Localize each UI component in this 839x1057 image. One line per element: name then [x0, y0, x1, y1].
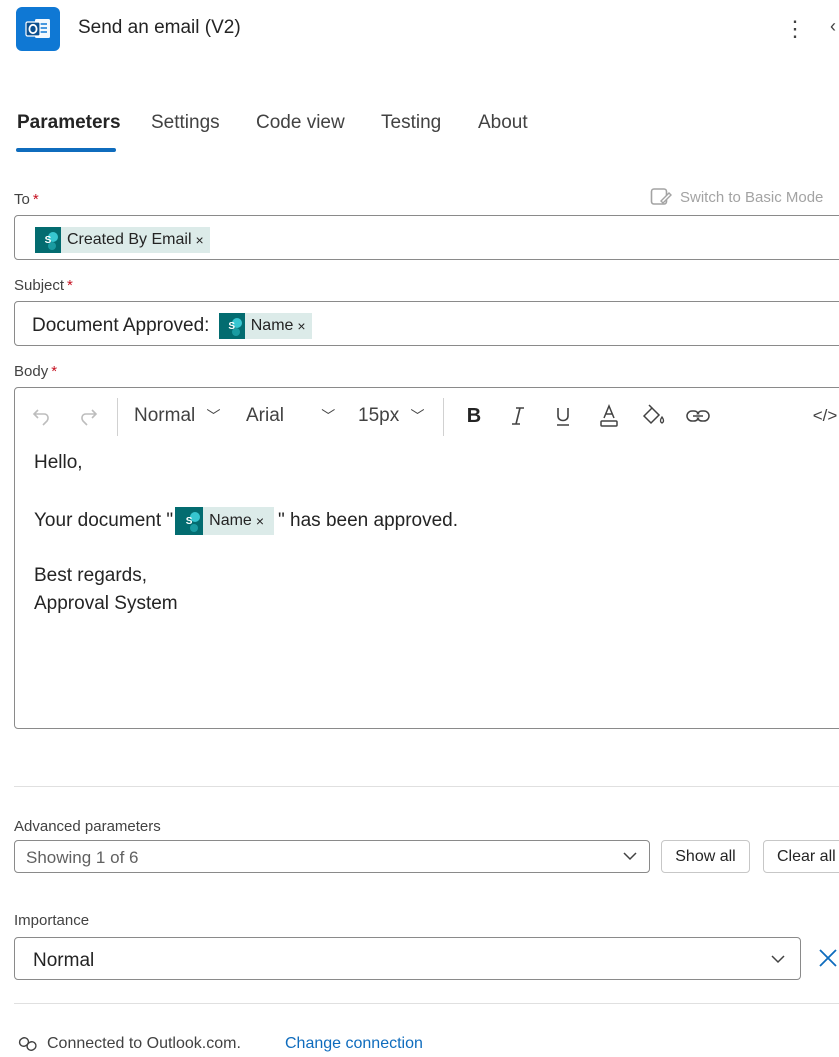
- required-marker: *: [32, 191, 39, 208]
- sharepoint-icon: S: [35, 227, 61, 253]
- code-view-icon[interactable]: </>: [812, 402, 838, 430]
- advanced-parameters-label: Advanced parameters: [14, 818, 161, 835]
- highlight-color-icon[interactable]: [641, 402, 667, 430]
- connection-link-icon: [18, 1036, 38, 1057]
- italic-icon[interactable]: [507, 402, 529, 430]
- token-label: Name: [209, 512, 252, 529]
- remove-token-icon[interactable]: ×: [297, 318, 305, 334]
- toolbar-divider: [117, 398, 118, 436]
- switch-to-basic-mode[interactable]: Switch to Basic Mode: [650, 187, 823, 207]
- switch-mode-label: Switch to Basic Mode: [680, 188, 824, 206]
- font-family-value: Arial: [246, 405, 285, 426]
- tab-about[interactable]: About: [478, 112, 528, 134]
- outlook-icon: [16, 7, 60, 51]
- token-label: Created By Email: [67, 231, 192, 248]
- section-divider: [14, 1003, 839, 1004]
- body-closing-1: Best regards,: [34, 565, 147, 586]
- to-label-text: To: [14, 191, 30, 208]
- more-vertical-icon[interactable]: ⋮: [784, 16, 806, 42]
- bold-icon[interactable]: B: [463, 402, 485, 430]
- body-editor[interactable]: [14, 387, 839, 729]
- toolbar-divider: [443, 398, 444, 436]
- subject-label: Subject *: [14, 277, 73, 294]
- importance-value: Normal: [33, 950, 95, 971]
- remove-token-icon[interactable]: ×: [256, 513, 264, 529]
- body-label-text: Body: [14, 363, 49, 380]
- body-closing-2: Approval System: [34, 593, 178, 614]
- body-greeting: Hello,: [34, 452, 83, 473]
- required-marker: *: [51, 363, 58, 380]
- link-icon[interactable]: [685, 402, 711, 430]
- importance-label: Importance: [14, 912, 90, 929]
- clear-all-button[interactable]: Clear all: [763, 840, 839, 873]
- show-all-button[interactable]: Show all: [661, 840, 750, 873]
- remove-token-icon[interactable]: ×: [196, 232, 204, 248]
- tab-testing[interactable]: Testing: [381, 112, 441, 134]
- sharepoint-icon: S: [175, 507, 204, 535]
- chevron-down-icon: ﹀: [206, 408, 221, 424]
- underline-icon[interactable]: [552, 402, 574, 430]
- active-tab-indicator: [16, 148, 116, 152]
- sharepoint-icon: S: [218, 313, 245, 339]
- section-divider: [14, 786, 839, 787]
- font-size-value: 15px: [358, 405, 400, 426]
- paragraph-style-value: Normal: [134, 405, 196, 426]
- change-connection-link[interactable]: Change connection: [285, 1035, 423, 1053]
- subject-prefix-text: Document Approved:: [32, 315, 210, 336]
- token-label: Name: [250, 317, 294, 334]
- name-token[interactable]: S Name ×: [175, 507, 275, 535]
- to-label: To *: [14, 191, 39, 208]
- action-title: Send an email (V2): [78, 17, 241, 38]
- font-color-icon[interactable]: [597, 402, 621, 430]
- tab-parameters[interactable]: Parameters: [17, 112, 121, 134]
- body-sentence: Your document " S Name × " has been appro…: [34, 507, 458, 535]
- connection-status: Connected to Outlook.com.: [47, 1035, 241, 1052]
- tab-settings[interactable]: Settings: [151, 112, 220, 134]
- chevron-down-icon: ﹀: [410, 408, 425, 424]
- font-size-dropdown[interactable]: 15px ﹀: [358, 405, 424, 427]
- tab-code-view[interactable]: Code view: [256, 112, 345, 134]
- font-family-dropdown[interactable]: Arial ﹀: [246, 405, 335, 427]
- name-token[interactable]: S Name ×: [218, 313, 312, 339]
- to-input[interactable]: S Created By Email ×: [14, 215, 839, 260]
- subject-label-text: Subject: [14, 277, 65, 294]
- body-label: Body *: [14, 363, 57, 380]
- required-marker: *: [67, 277, 73, 294]
- chevron-down-icon: [621, 847, 639, 870]
- importance-dropdown[interactable]: Normal: [14, 937, 801, 980]
- chevron-down-icon: [769, 950, 787, 973]
- advanced-parameters-value: Showing 1 of 6: [26, 848, 139, 867]
- redo-icon[interactable]: [76, 402, 100, 430]
- sentence-start: Your document ": [34, 510, 174, 531]
- sentence-end: " has been approved.: [278, 510, 459, 531]
- edit-mode-icon: [650, 188, 672, 205]
- advanced-parameters-dropdown[interactable]: Showing 1 of 6: [14, 840, 650, 873]
- remove-parameter-icon[interactable]: [817, 947, 839, 974]
- paragraph-style-dropdown[interactable]: Normal ﹀: [134, 405, 221, 427]
- chevron-down-icon: ﹀: [321, 408, 336, 424]
- created-by-email-token[interactable]: S Created By Email ×: [35, 227, 210, 253]
- collapse-chevron-icon[interactable]: ‹: [830, 16, 836, 37]
- subject-input[interactable]: Document Approved: S Name ×: [14, 301, 839, 346]
- undo-icon[interactable]: [30, 402, 54, 430]
